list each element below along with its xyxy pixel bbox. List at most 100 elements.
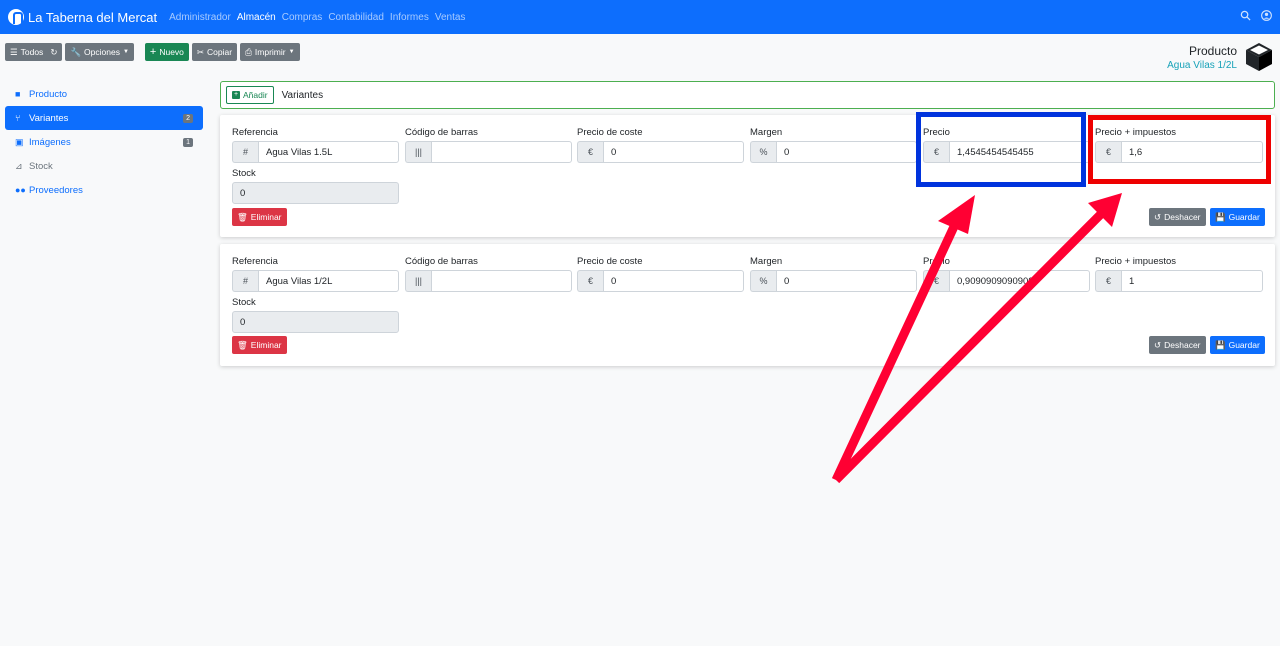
users-icon: ●● (15, 185, 26, 195)
euro-icon: € (577, 141, 603, 163)
nav-almacen[interactable]: Almacén (237, 12, 276, 23)
variants-header: + Añadir Variantes (220, 81, 1275, 109)
price-field: Precio €1,4545454545455 (923, 127, 1090, 163)
stock-field: Stock 0 (232, 168, 399, 204)
print-icon: ⎙ (245, 46, 252, 57)
margin-input[interactable]: 0 (776, 141, 917, 163)
count-badge: 2 (183, 113, 193, 123)
toolbar: ☰ Todos ↻ 🔧 Opciones ▼ + Nuevo ✂ Copiar … (5, 43, 300, 61)
field-label: Código de barras (405, 256, 478, 267)
price-tax-input[interactable]: 1 (1121, 270, 1263, 292)
sidebar-item-label: Imágenes (29, 136, 71, 148)
sidebar-item-proveedores[interactable]: ●● Proveedores (5, 178, 203, 202)
all-button[interactable]: ☰ Todos ↻ (5, 43, 63, 61)
plus-square-icon: + (232, 91, 240, 99)
options-label: Opciones (84, 47, 120, 57)
field-label: Precio de coste (577, 256, 643, 267)
options-button[interactable]: 🔧 Opciones ▼ (65, 43, 134, 61)
price-input[interactable]: 1,4545454545455 (949, 141, 1090, 163)
undo-button[interactable]: ↺ Deshacer (1149, 336, 1206, 354)
undo-label: Deshacer (1164, 340, 1201, 350)
new-label: Nuevo (159, 47, 184, 57)
count-badge: 1 (183, 137, 193, 147)
save-button[interactable]: 💾 Guardar (1210, 336, 1265, 354)
variants-icon: ⑂ (15, 113, 21, 123)
field-label: Precio + impuestos (1095, 127, 1177, 138)
product-name: Agua Vilas 1/2L (1167, 60, 1237, 71)
trash-icon: 🗑 (237, 211, 248, 222)
cost-price-field: Precio de coste €0 (577, 127, 744, 163)
sidebar-item-stock[interactable]: ⊿ Stock (5, 154, 203, 178)
field-label: Precio + impuestos (1095, 256, 1177, 267)
price-input[interactable]: 0,9090909090909 (949, 270, 1090, 292)
barcode-field: Código de barras ||| (405, 127, 572, 163)
stock-field: Stock 0 (232, 297, 399, 333)
euro-icon: € (1095, 141, 1121, 163)
field-label: Margen (750, 127, 783, 138)
nav-compras[interactable]: Compras (282, 12, 323, 23)
field-label: Referencia (232, 256, 278, 267)
print-button[interactable]: ⎙ Imprimir ▼ (240, 43, 300, 61)
cost-price-input[interactable]: 0 (603, 270, 744, 292)
reference-input[interactable]: Agua Vilas 1/2L (258, 270, 399, 292)
user-icon[interactable] (1261, 10, 1272, 24)
field-label: Precio (923, 256, 950, 267)
field-label: Código de barras (405, 127, 478, 138)
delete-label: Eliminar (250, 340, 282, 350)
brand-logo-icon (8, 9, 24, 25)
sidebar-item-label: Proveedores (29, 184, 83, 196)
delete-label: Eliminar (250, 212, 282, 222)
undo-label: Deshacer (1164, 212, 1201, 222)
nav-contabilidad[interactable]: Contabilidad (328, 12, 384, 23)
barcode-field: Código de barras ||| (405, 256, 572, 292)
cost-price-field: Precio de coste €0 (577, 256, 744, 292)
new-button[interactable]: + Nuevo (144, 43, 189, 61)
nav-ventas[interactable]: Ventas (435, 12, 466, 23)
scissors-icon: ✂ (196, 46, 205, 57)
cost-price-input[interactable]: 0 (603, 141, 744, 163)
refresh-icon[interactable]: ↻ (50, 47, 57, 58)
section-title: Variantes (281, 89, 324, 101)
add-variant-button[interactable]: + Añadir (226, 86, 274, 104)
page-title: Producto (1188, 44, 1237, 58)
price-tax-input[interactable]: 1,6 (1121, 141, 1263, 163)
delete-button[interactable]: 🗑 Eliminar (232, 208, 287, 226)
margin-input[interactable]: 0 (776, 270, 917, 292)
copy-button[interactable]: ✂ Copiar (191, 43, 238, 61)
brand[interactable]: La Taberna del Mercat (8, 9, 157, 25)
nav-informes[interactable]: Informes (390, 12, 429, 23)
stock-input: 0 (232, 311, 399, 333)
sidebar-item-label: Producto (29, 88, 68, 100)
trash-icon: 🗑 (237, 339, 248, 350)
field-label: Stock (232, 297, 256, 308)
undo-icon: ↺ (1154, 339, 1162, 350)
hash-icon: # (232, 270, 258, 292)
price-tax-field: Precio + impuestos €1 (1095, 256, 1263, 292)
save-button[interactable]: 💾 Guardar (1210, 208, 1265, 226)
undo-icon: ↺ (1154, 211, 1162, 222)
wrench-icon: 🔧 (70, 46, 82, 57)
sidebar-item-imagenes[interactable]: ▣ Imágenes 1 (5, 130, 203, 154)
field-label: Stock (232, 168, 256, 179)
product-heading: Producto Agua Vilas 1/2L (1167, 44, 1237, 71)
hash-icon: # (232, 141, 258, 163)
barcode-icon: ||| (405, 270, 431, 292)
brand-name: La Taberna del Mercat (28, 9, 158, 25)
field-label: Referencia (232, 127, 278, 138)
sidebar-item-label: Variantes (29, 112, 69, 124)
barcode-input[interactable] (431, 141, 572, 163)
undo-button[interactable]: ↺ Deshacer (1149, 208, 1206, 226)
percent-icon: % (750, 270, 776, 292)
sidebar-item-label: Stock (29, 160, 53, 172)
sidebar-item-variantes[interactable]: ⑂ Variantes 2 (5, 106, 203, 130)
barcode-input[interactable] (431, 270, 572, 292)
delete-button[interactable]: 🗑 Eliminar (232, 336, 287, 354)
chevron-down-icon: ▼ (122, 49, 129, 55)
copy-label: Copiar (207, 47, 233, 57)
dolly-icon: ⊿ (15, 160, 23, 171)
save-label: Guardar (1228, 212, 1260, 222)
search-icon[interactable] (1240, 10, 1251, 24)
reference-input[interactable]: Agua Vilas 1.5L (258, 141, 399, 163)
nav-administrador[interactable]: Administrador (169, 12, 231, 23)
sidebar-item-producto[interactable]: ■ Producto (5, 82, 203, 106)
